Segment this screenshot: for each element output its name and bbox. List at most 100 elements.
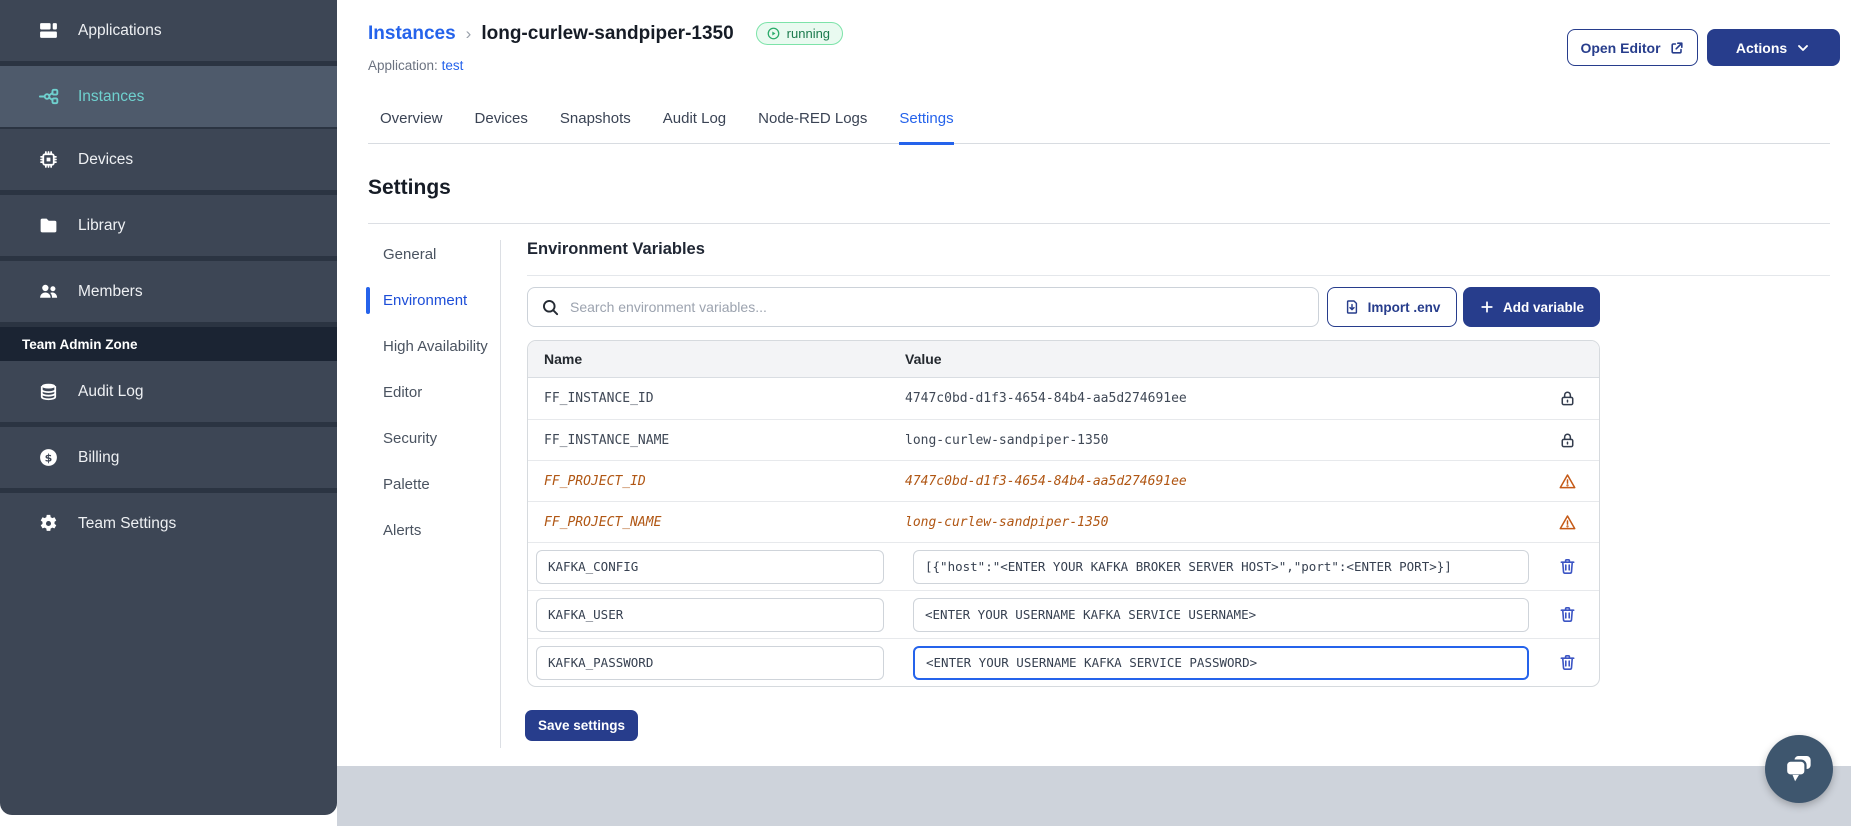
sidebar-item-label: Library <box>78 216 126 234</box>
sidebar-section-team-admin-zone: Team Admin Zone <box>0 327 337 361</box>
tab-overview[interactable]: Overview <box>380 110 443 145</box>
settings-nav-alerts[interactable]: Alerts <box>383 521 495 541</box>
sidebar-item-applications[interactable]: Applications <box>0 0 337 61</box>
sidebar-item-team-settings[interactable]: Team Settings <box>0 493 337 554</box>
env-var-value-cell <box>905 549 1535 584</box>
page-footer-area <box>337 766 1851 826</box>
env-var-name-cell: FF_INSTANCE_NAME <box>544 432 670 448</box>
import-file-icon <box>1344 299 1360 315</box>
actions-button[interactable]: Actions <box>1707 29 1840 66</box>
save-settings-button[interactable]: Save settings <box>525 710 639 741</box>
env-var-row <box>528 542 1599 590</box>
env-var-value-cell: long-curlew-sandpiper-1350 <box>905 514 1109 530</box>
tab-settings[interactable]: Settings <box>899 110 954 145</box>
sidebar-item-label: Audit Log <box>78 382 144 400</box>
svg-text:$: $ <box>45 451 53 464</box>
import-env-label: Import .env <box>1367 299 1441 315</box>
settings-nav-high-availability[interactable]: High Availability <box>383 337 495 357</box>
breadcrumb: Instances › long-curlew-sandpiper-1350 r… <box>368 22 844 45</box>
env-name-input[interactable] <box>536 645 884 680</box>
sidebar-item-label: Team Settings <box>78 514 177 532</box>
sidebar-item-label: Members <box>78 282 143 300</box>
trash-icon[interactable] <box>1558 605 1577 624</box>
tab-audit-log[interactable]: Audit Log <box>663 110 726 145</box>
chevron-down-icon <box>1795 40 1811 56</box>
env-var-row: FF_PROJECT_ID 4747c0bd-d1f3-4654-84b4-aa5… <box>528 460 1599 501</box>
env-var-row: FF_INSTANCE_ID 4747c0bd-d1f3-4654-84b4-aa… <box>528 378 1599 419</box>
sidebar-item-devices[interactable]: Devices <box>0 129 337 190</box>
sidebar-item-label: Devices <box>78 150 134 168</box>
env-var-name-cell <box>528 597 905 632</box>
sidebar-item-instances[interactable]: Instances <box>0 66 337 127</box>
application-link[interactable]: test <box>442 58 464 73</box>
import-env-button[interactable]: Import .env <box>1327 287 1457 327</box>
env-value-input[interactable] <box>913 597 1529 632</box>
open-editor-button[interactable]: Open Editor <box>1567 29 1698 66</box>
sidebar-item-billing[interactable]: $ Billing <box>0 427 337 488</box>
search-icon <box>541 298 560 317</box>
env-name-input[interactable] <box>536 597 884 632</box>
settings-nav-security[interactable]: Security <box>383 429 495 449</box>
env-var-action-cell <box>1535 389 1599 408</box>
header-actions: Open Editor Actions <box>1567 29 1840 66</box>
settings-nav-palette[interactable]: Palette <box>383 475 495 495</box>
sidebar-item-audit-log[interactable]: Audit Log <box>0 361 337 422</box>
members-icon <box>38 281 59 302</box>
env-var-value-cell <box>905 645 1535 680</box>
lock-icon <box>1558 431 1577 450</box>
tab-bar: Overview Devices Snapshots Audit Log Node-RE… <box>368 110 1830 145</box>
sidebar-item-label: Billing <box>78 448 120 466</box>
devices-icon <box>38 149 59 170</box>
chat-widget-button[interactable] <box>1765 735 1833 803</box>
add-variable-button[interactable]: Add variable <box>1463 287 1600 327</box>
tab-snapshots[interactable]: Snapshots <box>560 110 631 145</box>
env-var-name-cell: FF_PROJECT_NAME <box>544 514 662 530</box>
warning-icon <box>1558 513 1577 532</box>
env-name-input[interactable] <box>536 549 884 584</box>
open-editor-label: Open Editor <box>1580 39 1661 56</box>
sidebar-item-label: Instances <box>78 87 145 105</box>
search-input[interactable] <box>570 299 1318 315</box>
search-box <box>527 287 1319 327</box>
section-divider <box>527 275 1830 276</box>
instances-icon <box>38 86 59 107</box>
library-icon <box>38 215 59 236</box>
status-badge: running <box>755 22 844 45</box>
sidebar: Applications Instances Devices Library Membe… <box>0 0 337 815</box>
actions-label: Actions <box>1735 39 1788 56</box>
applications-icon <box>38 20 59 41</box>
env-value-input[interactable] <box>913 549 1529 584</box>
trash-icon[interactable] <box>1558 653 1577 672</box>
application-label: Application: <box>368 58 438 73</box>
page-title: Settings <box>368 176 451 199</box>
env-toolbar: Import .env Add variable <box>527 287 1600 327</box>
tab-node-red-logs[interactable]: Node-RED Logs <box>758 110 867 145</box>
env-value-input[interactable] <box>913 645 1529 680</box>
env-var-row <box>528 590 1599 638</box>
trash-icon[interactable] <box>1558 557 1577 576</box>
external-link-icon <box>1669 40 1685 56</box>
chat-bubble-icon <box>1777 747 1821 791</box>
section-title: Environment Variables <box>527 240 705 258</box>
env-var-value-cell: 4747c0bd-d1f3-4654-84b4-aa5d274691ee <box>905 391 1187 406</box>
sidebar-item-members[interactable]: Members <box>0 261 337 322</box>
env-var-action-cell <box>1535 605 1599 624</box>
settings-nav-general[interactable]: General <box>383 245 495 265</box>
breadcrumb-instances-link[interactable]: Instances <box>368 23 456 45</box>
add-variable-label: Add variable <box>1502 299 1585 315</box>
env-var-name-cell <box>528 549 905 584</box>
env-var-row: FF_INSTANCE_NAME long-curlew-sandpiper-13… <box>528 419 1599 460</box>
sidebar-item-library[interactable]: Library <box>0 195 337 256</box>
column-header-name: Name <box>544 351 583 367</box>
table-header: Name Value <box>528 341 1599 378</box>
status-badge-label: running <box>786 26 831 41</box>
application-line: Application: test <box>368 58 463 73</box>
env-var-name-cell: FF_INSTANCE_ID <box>544 391 654 406</box>
settings-nav-editor[interactable]: Editor <box>383 383 495 403</box>
env-var-action-cell <box>1535 431 1599 450</box>
main-content: Instances › long-curlew-sandpiper-1350 r… <box>337 0 1851 766</box>
instance-name: long-curlew-sandpiper-1350 <box>481 22 734 44</box>
settings-nav-environment[interactable]: Environment <box>366 287 495 314</box>
tab-devices[interactable]: Devices <box>475 110 528 145</box>
env-variables-table: Name Value FF_INSTANCE_ID 4747c0bd-d1f3-4… <box>527 340 1600 687</box>
